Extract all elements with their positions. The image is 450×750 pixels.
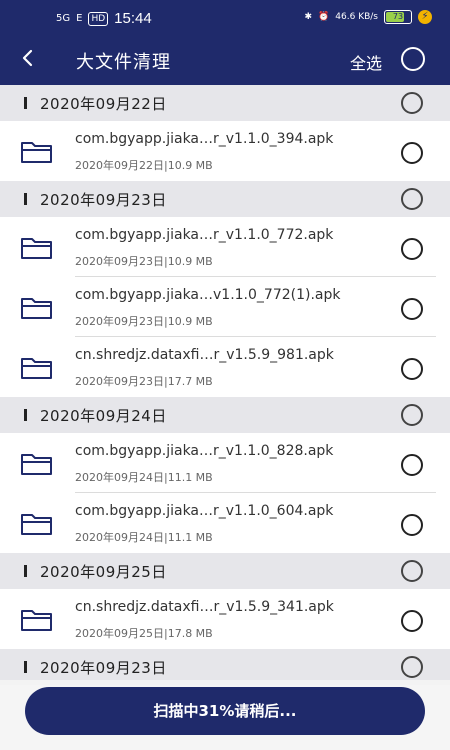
folder-icon bbox=[21, 358, 52, 379]
network-speed: 46.6 KB/s bbox=[335, 12, 378, 22]
group-marker bbox=[24, 565, 27, 577]
group-date: 2020年09月22日 bbox=[40, 95, 167, 113]
file-list: 2020年09月22日 com.bgyapp.jiaka…r_v1.1.0_394… bbox=[0, 85, 450, 750]
file-meta: 2020年09月24日|11.1 MB bbox=[75, 531, 213, 544]
file-meta: 2020年09月22日|10.9 MB bbox=[75, 159, 213, 172]
group-select-checkbox[interactable] bbox=[401, 560, 423, 582]
file-name: com.bgyapp.jiaka…r_v1.1.0_604.apk bbox=[75, 503, 334, 519]
date-group-header: 2020年09月22日 bbox=[0, 85, 450, 121]
network-e-label: E bbox=[76, 13, 83, 24]
file-meta: 2020年09月25日|17.8 MB bbox=[75, 627, 213, 640]
charging-icon: ⚡ bbox=[418, 10, 432, 24]
status-left: 5G E HD 15:44 bbox=[56, 10, 152, 27]
battery-icon: 73 bbox=[384, 10, 412, 24]
group-select-checkbox[interactable] bbox=[401, 656, 423, 678]
folder-icon bbox=[21, 610, 52, 631]
file-select-checkbox[interactable] bbox=[401, 358, 423, 380]
file-list-item[interactable]: com.bgyapp.jiaka…r_v1.1.0_828.apk 2020年09… bbox=[0, 433, 450, 493]
folder-icon bbox=[21, 514, 52, 535]
file-name: com.bgyapp.jiaka…r_v1.1.0_772.apk bbox=[75, 227, 334, 243]
file-name: com.bgyapp.jiaka…v1.1.0_772(1).apk bbox=[75, 287, 341, 303]
file-meta: 2020年09月23日|10.9 MB bbox=[75, 255, 213, 268]
alarm-icon: ⏰ bbox=[318, 12, 330, 22]
select-all-label[interactable]: 全选 bbox=[350, 50, 382, 74]
date-group-header: 2020年09月23日 bbox=[0, 181, 450, 217]
app-header: 5G E HD 15:44 ✱ ⏰ 46.6 KB/s 73 ⚡ 大文件清理 全… bbox=[0, 0, 450, 85]
folder-icon bbox=[21, 238, 52, 259]
folder-icon bbox=[21, 298, 52, 319]
file-name: com.bgyapp.jiaka…r_v1.1.0_828.apk bbox=[75, 443, 334, 459]
group-marker bbox=[24, 661, 27, 673]
file-select-checkbox[interactable] bbox=[401, 514, 423, 536]
select-all-checkbox[interactable] bbox=[401, 47, 425, 71]
group-marker bbox=[24, 409, 27, 421]
folder-icon bbox=[21, 454, 52, 475]
bluetooth-icon: ✱ bbox=[304, 12, 313, 22]
status-bar: 5G E HD 15:44 ✱ ⏰ 46.6 KB/s 73 ⚡ bbox=[0, 0, 450, 38]
status-right: ✱ ⏰ 46.6 KB/s 73 ⚡ bbox=[305, 10, 432, 24]
file-list-item[interactable]: com.bgyapp.jiaka…r_v1.1.0_604.apk 2020年09… bbox=[0, 493, 450, 553]
scan-progress-button[interactable]: 扫描中31%请稍后... bbox=[25, 687, 425, 735]
folder-icon bbox=[21, 142, 52, 163]
group-select-checkbox[interactable] bbox=[401, 188, 423, 210]
file-list-item[interactable]: com.bgyapp.jiaka…v1.1.0_772(1).apk 2020年0… bbox=[0, 277, 450, 337]
hd-badge: HD bbox=[88, 11, 109, 26]
group-marker bbox=[24, 193, 27, 205]
file-list-item[interactable]: com.bgyapp.jiaka…r_v1.1.0_394.apk 2020年09… bbox=[0, 121, 450, 181]
file-meta: 2020年09月24日|11.1 MB bbox=[75, 471, 213, 484]
file-name: cn.shredjz.dataxfi…r_v1.5.9_981.apk bbox=[75, 347, 334, 363]
chevron-left-icon bbox=[22, 49, 33, 67]
group-select-checkbox[interactable] bbox=[401, 92, 423, 114]
file-meta: 2020年09月23日|10.9 MB bbox=[75, 315, 213, 328]
file-select-checkbox[interactable] bbox=[401, 610, 423, 632]
clock: 15:44 bbox=[114, 10, 152, 27]
nav-bar: 大文件清理 全选 bbox=[0, 38, 450, 85]
date-group-header: 2020年09月24日 bbox=[0, 397, 450, 433]
file-list-item[interactable]: com.bgyapp.jiaka…r_v1.1.0_772.apk 2020年09… bbox=[0, 217, 450, 277]
group-marker bbox=[24, 97, 27, 109]
group-date: 2020年09月23日 bbox=[40, 659, 167, 677]
network-5g-label: 5G bbox=[56, 13, 71, 24]
file-select-checkbox[interactable] bbox=[401, 454, 423, 476]
battery-level: 73 bbox=[392, 12, 404, 21]
file-list-item[interactable]: cn.shredjz.dataxfi…r_v1.5.9_981.apk 2020年… bbox=[0, 337, 450, 397]
file-select-checkbox[interactable] bbox=[401, 238, 423, 260]
group-select-checkbox[interactable] bbox=[401, 404, 423, 426]
file-name: com.bgyapp.jiaka…r_v1.1.0_394.apk bbox=[75, 131, 334, 147]
page-title: 大文件清理 bbox=[76, 52, 171, 73]
group-date: 2020年09月25日 bbox=[40, 563, 167, 581]
group-date: 2020年09月23日 bbox=[40, 191, 167, 209]
back-button[interactable] bbox=[18, 48, 38, 68]
file-list-item[interactable]: cn.shredjz.dataxfi…r_v1.5.9_341.apk 2020年… bbox=[0, 589, 450, 649]
file-meta: 2020年09月23日|17.7 MB bbox=[75, 375, 213, 388]
file-select-checkbox[interactable] bbox=[401, 142, 423, 164]
file-select-checkbox[interactable] bbox=[401, 298, 423, 320]
file-name: cn.shredjz.dataxfi…r_v1.5.9_341.apk bbox=[75, 599, 334, 615]
group-date: 2020年09月24日 bbox=[40, 407, 167, 425]
date-group-header: 2020年09月25日 bbox=[0, 553, 450, 589]
